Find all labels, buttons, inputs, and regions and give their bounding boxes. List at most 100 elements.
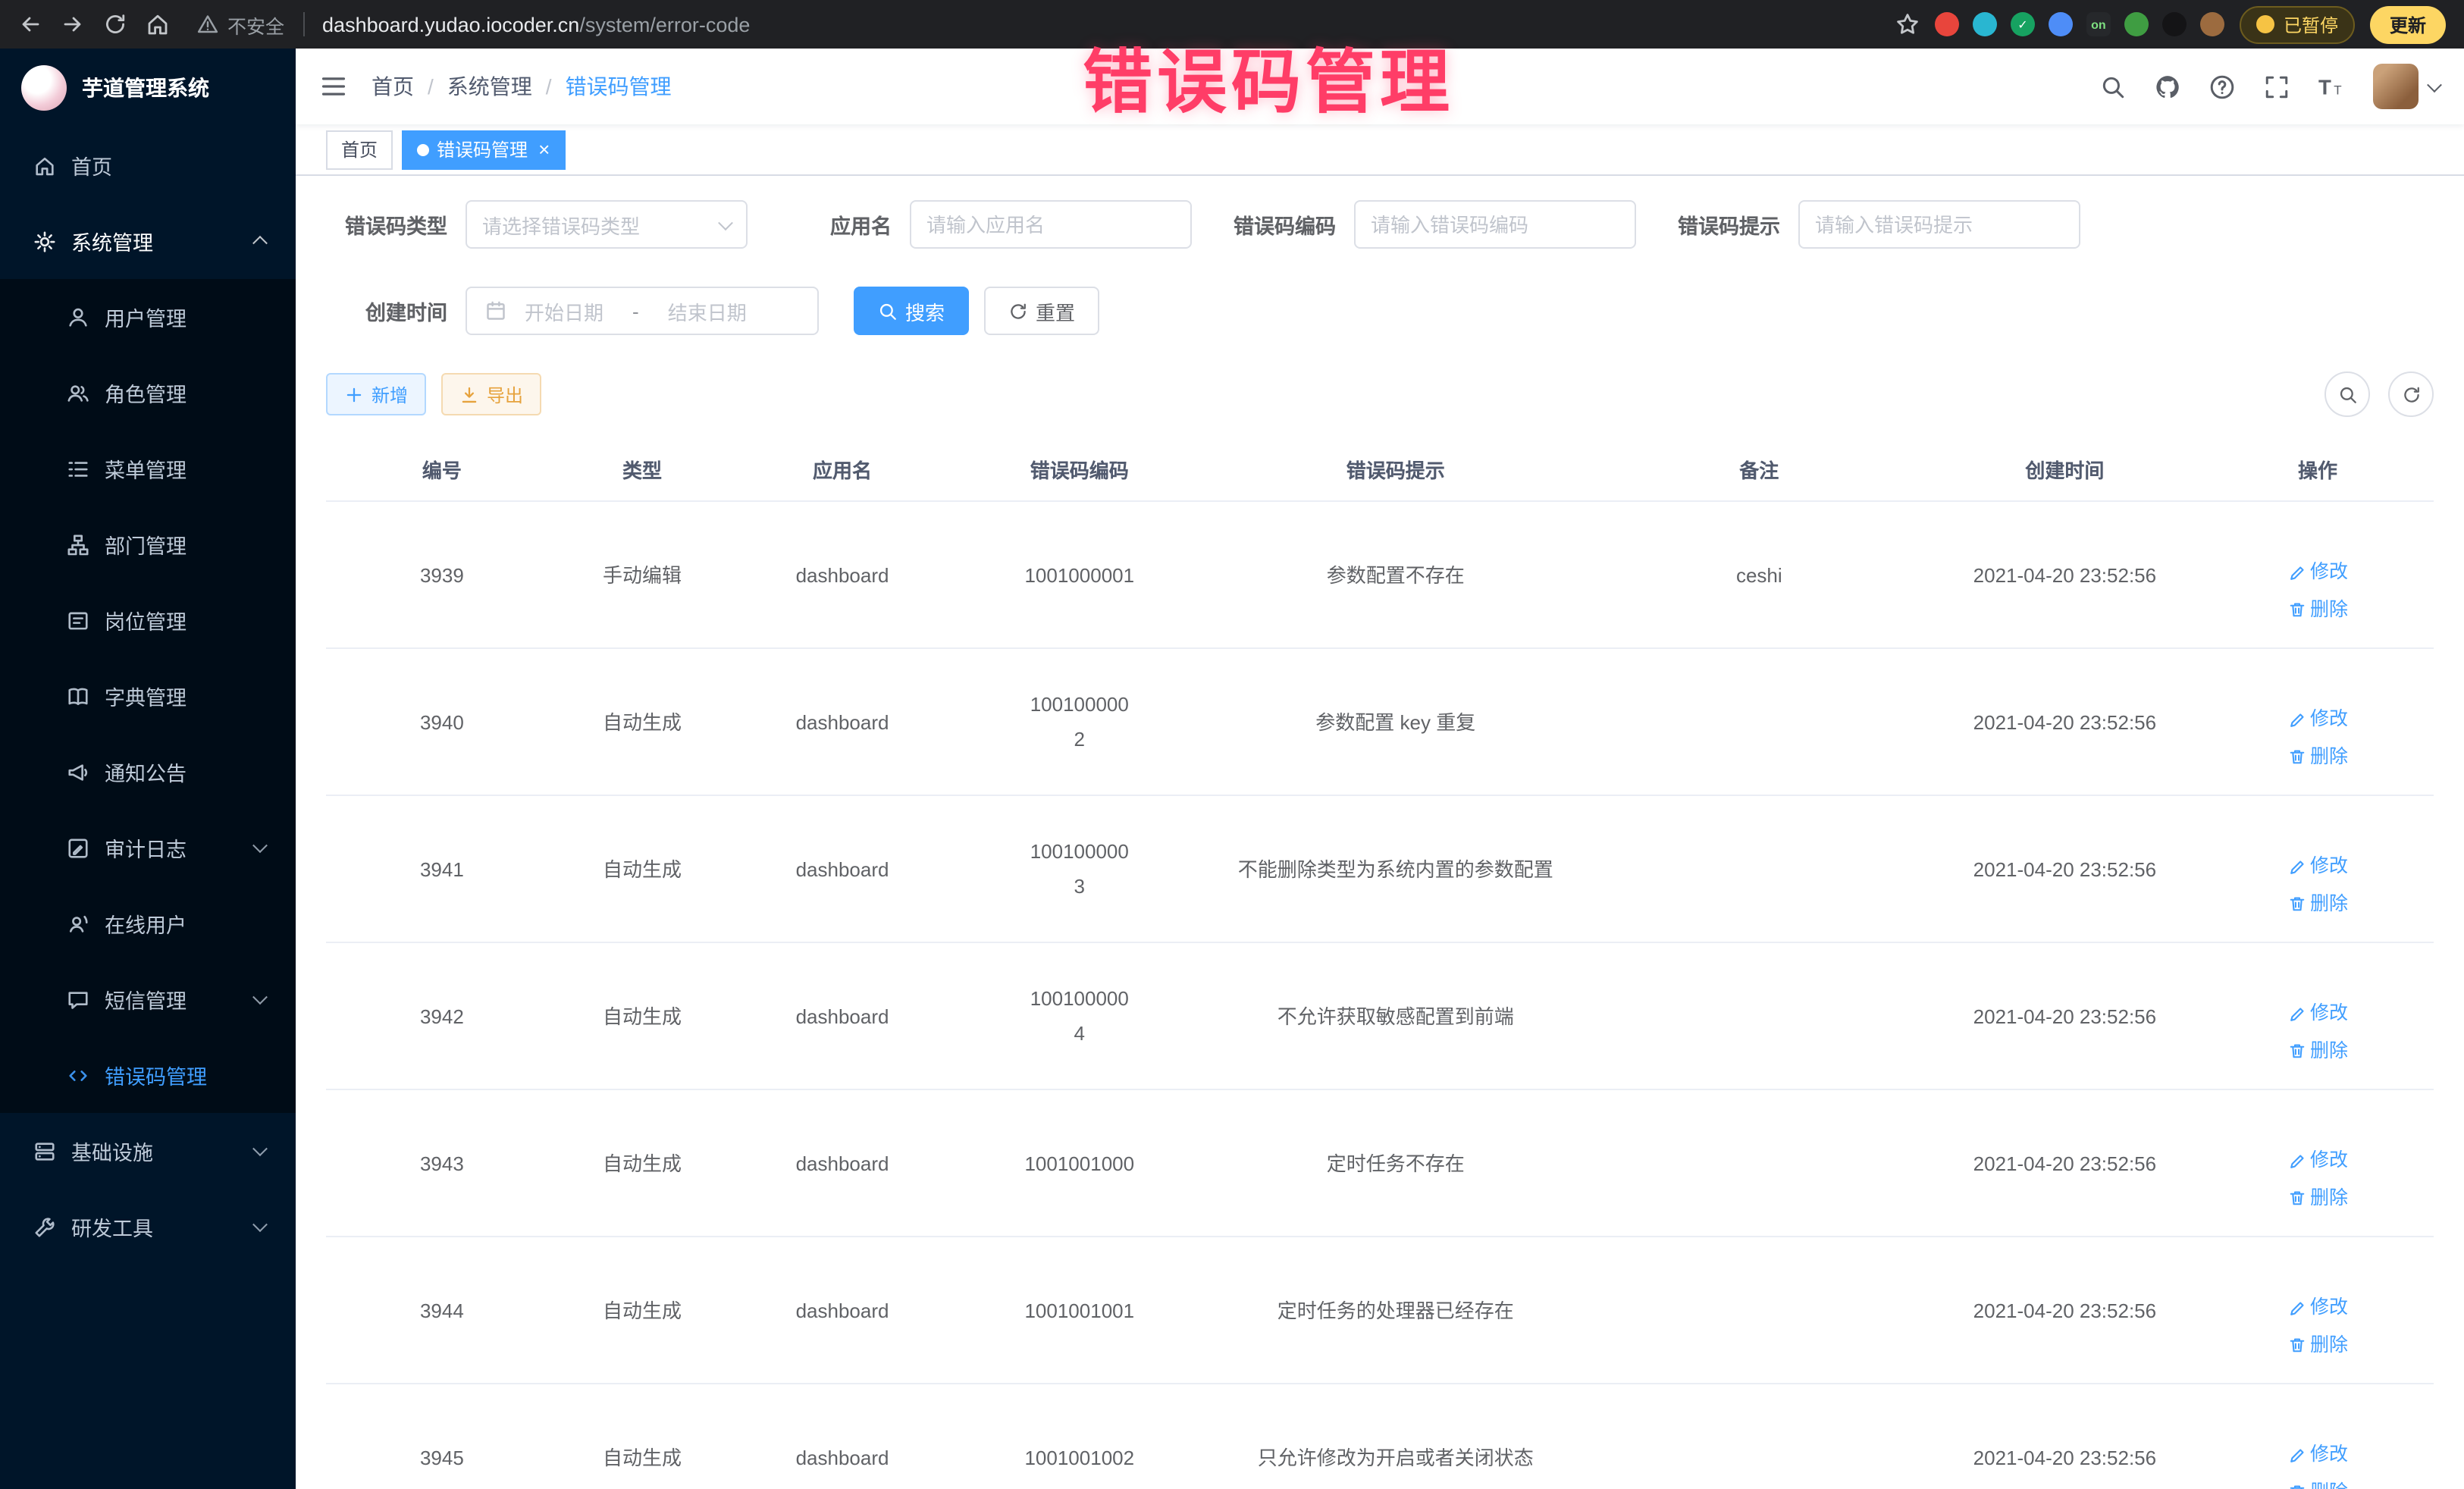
- sidebar-item[interactable]: 审计日志: [0, 810, 296, 886]
- profile-avatar-icon[interactable]: [2200, 12, 2224, 36]
- sidebar-item[interactable]: 在线用户: [0, 886, 296, 961]
- forward-icon[interactable]: [61, 12, 85, 36]
- bookmark-star-icon[interactable]: [1895, 12, 1920, 36]
- hamburger-icon[interactable]: [320, 73, 347, 100]
- top-navbar: 首页 / 系统管理 / 错误码管理 TT: [296, 49, 2464, 124]
- delete-button[interactable]: 删除: [2287, 739, 2348, 774]
- sidebar-item[interactable]: 部门管理: [0, 506, 296, 582]
- tools-icon: [33, 1215, 56, 1238]
- sidebar-item[interactable]: 研发工具: [0, 1189, 296, 1265]
- sidebar: 芋道管理系统 首页 系统管理: [0, 49, 296, 1489]
- refresh-icon: [2401, 384, 2421, 404]
- filter-input[interactable]: [1798, 200, 2080, 249]
- sidebar-item-label: 短信管理: [105, 984, 187, 1014]
- edit-button[interactable]: 修改: [2287, 555, 2348, 590]
- breadcrumb-system[interactable]: 系统管理: [447, 71, 532, 102]
- edit-icon: [2287, 563, 2306, 581]
- cell-message: 定时任务不存在: [1201, 1089, 1591, 1237]
- cell-code: 1001001000: [958, 1089, 1201, 1237]
- toggle-search-button[interactable]: [2324, 371, 2370, 417]
- chevron-icon: [252, 236, 268, 251]
- back-icon[interactable]: [18, 12, 42, 36]
- user-menu[interactable]: [2373, 64, 2440, 109]
- reset-button[interactable]: 重置: [984, 287, 1099, 335]
- filter-select[interactable]: 请选择错误码类型: [466, 200, 748, 249]
- sidebar-item[interactable]: 短信管理: [0, 961, 296, 1037]
- green-ext-icon[interactable]: [2124, 12, 2149, 36]
- date-range-picker[interactable]: 开始日期 - 结束日期: [466, 287, 819, 335]
- github-icon[interactable]: [2155, 74, 2180, 99]
- teal-drop-icon[interactable]: [1973, 12, 1997, 36]
- table-row: 3939 手动编辑 dashboard 1001000001 参数配置不存在 c…: [326, 501, 2434, 648]
- edit-button[interactable]: 修改: [2287, 1290, 2348, 1325]
- cell-app: dashboard: [726, 1384, 958, 1489]
- address-bar[interactable]: dashboard.yudao.iocoder.cn/system/error-…: [322, 13, 750, 36]
- paused-badge[interactable]: 已暂停: [2240, 5, 2355, 43]
- fullscreen-icon[interactable]: [2264, 74, 2290, 99]
- refresh-table-button[interactable]: [2388, 371, 2434, 417]
- reload-icon[interactable]: [103, 12, 127, 36]
- site-security[interactable]: 不安全: [197, 10, 284, 39]
- edit-button[interactable]: 修改: [2287, 996, 2348, 1031]
- search-icon[interactable]: [2100, 74, 2126, 99]
- table-row: 3942 自动生成 dashboard 100100000 4 不允许获取敏感配…: [326, 942, 2434, 1089]
- sidebar-item[interactable]: 角色管理: [0, 355, 296, 431]
- sidebar-item[interactable]: 菜单管理: [0, 431, 296, 506]
- cell-message: 不能删除类型为系统内置的参数配置: [1201, 795, 1591, 942]
- export-button[interactable]: 导出: [441, 373, 541, 415]
- green-check-icon[interactable]: ✓: [2011, 12, 2035, 36]
- blue-grid-icon[interactable]: [2049, 12, 2073, 36]
- edit-button[interactable]: 修改: [2287, 849, 2348, 884]
- sidebar-item[interactable]: 首页: [0, 127, 296, 203]
- sidebar-item[interactable]: 岗位管理: [0, 582, 296, 658]
- breadcrumb-home[interactable]: 首页: [371, 71, 414, 102]
- edit-button[interactable]: 修改: [2287, 1143, 2348, 1178]
- sidebar-item[interactable]: 用户管理: [0, 279, 296, 355]
- cell-app: dashboard: [726, 1089, 958, 1237]
- cell-memo: [1591, 795, 1928, 942]
- security-label: 不安全: [227, 10, 284, 39]
- sidebar-item[interactable]: 基础设施: [0, 1113, 296, 1189]
- app-logo[interactable]: 芋道管理系统: [0, 49, 296, 127]
- sidebar-item[interactable]: 系统管理: [0, 203, 296, 279]
- filter-input[interactable]: [1354, 200, 1636, 249]
- delete-button[interactable]: 删除: [2287, 1180, 2348, 1215]
- app-title: 芋道管理系统: [82, 73, 209, 103]
- delete-button[interactable]: 删除: [2287, 1033, 2348, 1068]
- code-icon: [67, 1064, 89, 1086]
- log-icon: [67, 836, 89, 859]
- close-tab-icon[interactable]: ×: [538, 139, 550, 159]
- tab-home[interactable]: 首页: [326, 130, 393, 169]
- delete-button[interactable]: 删除: [2287, 886, 2348, 921]
- edit-button[interactable]: 修改: [2287, 702, 2348, 737]
- add-button[interactable]: 新增: [326, 373, 426, 415]
- edit-button[interactable]: 修改: [2287, 1437, 2348, 1472]
- help-icon[interactable]: [2209, 74, 2235, 99]
- delete-button[interactable]: 删除: [2287, 592, 2348, 627]
- filter-field: 错误码类型 请选择错误码类型: [326, 200, 748, 249]
- tab-error-code[interactable]: 错误码管理 ×: [402, 130, 565, 169]
- font-size-icon[interactable]: TT: [2318, 74, 2344, 99]
- cell-id: 3942: [326, 942, 558, 1089]
- delete-button[interactable]: 删除: [2287, 1475, 2348, 1489]
- table-row: 3940 自动生成 dashboard 100100000 2 参数配置 key…: [326, 648, 2434, 795]
- home-icon[interactable]: [146, 12, 170, 36]
- plus-icon: [344, 384, 364, 404]
- update-button[interactable]: 更新: [2370, 5, 2446, 43]
- dark-ext-icon[interactable]: [2162, 12, 2187, 36]
- delete-button[interactable]: 删除: [2287, 1328, 2348, 1362]
- cell-code: 1001001001: [958, 1237, 1201, 1384]
- chevron-icon: [252, 989, 268, 1005]
- filter-label: 错误码类型: [326, 209, 447, 240]
- sidebar-item[interactable]: 错误码管理: [0, 1037, 296, 1113]
- red-record-icon[interactable]: [1935, 12, 1959, 36]
- filter-input[interactable]: [910, 200, 1192, 249]
- download-icon: [459, 384, 479, 404]
- sidebar-item[interactable]: 字典管理: [0, 658, 296, 734]
- sidebar-item-label: 岗位管理: [105, 605, 187, 635]
- search-button[interactable]: 搜索: [854, 287, 969, 335]
- calendar-icon: [485, 300, 506, 321]
- switch-on-icon[interactable]: on: [2086, 12, 2111, 36]
- sidebar-item[interactable]: 通知公告: [0, 734, 296, 810]
- filter-row-2: 创建时间 开始日期 - 结束日期 搜索 重置: [326, 287, 2434, 335]
